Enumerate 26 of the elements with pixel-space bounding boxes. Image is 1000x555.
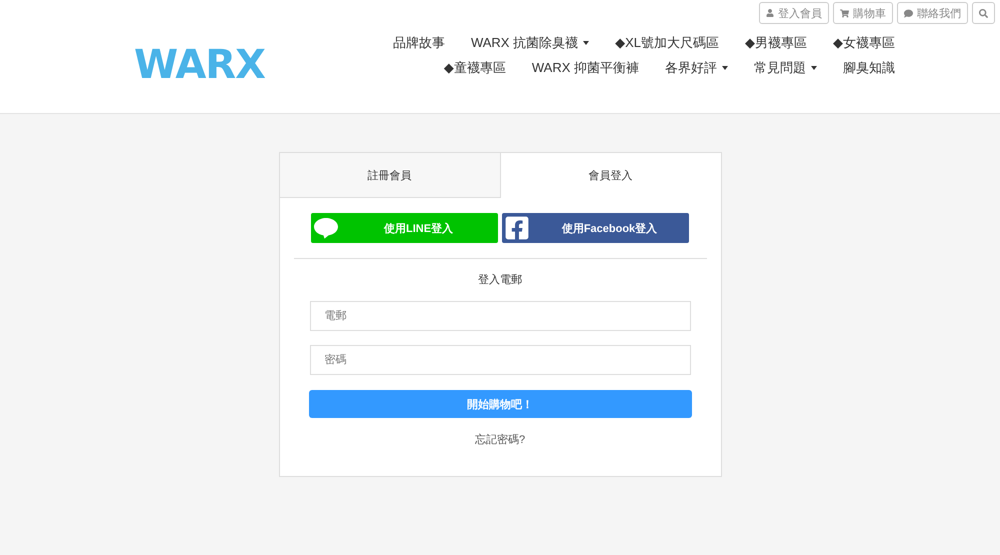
nav-link[interactable]: WARX 抑菌平衡褲 [532,59,639,77]
forgot-password-link[interactable]: 忘記密碼? [474,432,526,447]
nav-link[interactable]: ◆童襪專區 [444,59,506,77]
input-field[interactable]: 電郵 [310,301,690,331]
speech-bubble-icon [313,217,339,239]
nav-link[interactable]: ◆XL號加大尺碼區 [615,34,719,52]
tab[interactable]: 註冊會員 [280,153,500,198]
user-icon [766,9,774,17]
top-link[interactable]: 登入會員 [759,2,829,24]
section-title: 登入電郵 [478,273,522,287]
nav-link[interactable]: WARX 抗菌除臭襪 [470,34,590,52]
nav-link[interactable]: ◆男襪專區 [745,34,807,52]
top-link[interactable]: 聯絡我們 [897,2,968,24]
facebook-login-button[interactable]: 使用Facebook登入 [502,213,689,243]
top-link[interactable]: 購物車 [833,2,893,24]
nav-link[interactable]: 各界好評 [665,59,728,77]
nav-link[interactable]: 腳臭知識 [843,59,895,77]
chat-icon [904,8,913,18]
input-field[interactable]: 密碼 [310,345,690,375]
search-button[interactable] [972,2,995,24]
nav-link[interactable]: 品牌故事 [392,34,445,52]
nav-link[interactable]: ◆女襪專區 [833,34,895,52]
search-icon [979,8,988,18]
facebook-icon [504,215,530,241]
cart-icon [840,8,849,18]
nav-link[interactable]: 常見問題 [754,59,817,77]
